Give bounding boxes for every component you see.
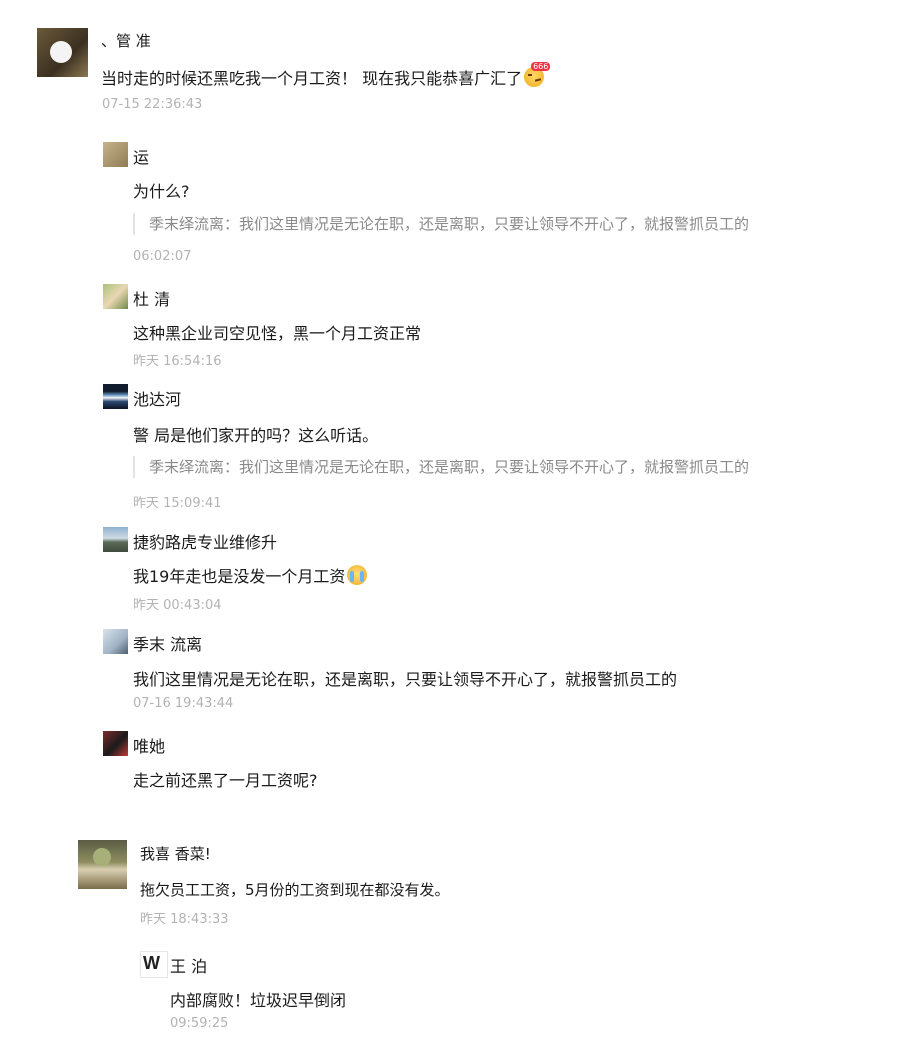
- reply-name[interactable]: 捷豹路虎专业维修升: [133, 529, 277, 553]
- reply-name[interactable]: 杜 清: [133, 286, 170, 310]
- avatar[interactable]: [103, 284, 128, 309]
- reply-name[interactable]: 池达河: [133, 386, 181, 410]
- avatar[interactable]: [78, 840, 127, 889]
- quoted-text[interactable]: 季末绎流离：我们这里情况是无论在职，还是离职，只要让领导不开心了，就报警抓员工的: [133, 456, 749, 478]
- crying-emoji: [347, 565, 368, 585]
- smirk-666-emoji: 666: [524, 62, 551, 87]
- avatar[interactable]: [103, 142, 128, 167]
- reply-text: 这种黑企业司空见怪，黑一个月工资正常: [133, 324, 422, 343]
- reply-text-content: 我19年走也是没发一个月工资: [133, 567, 346, 586]
- avatar-letter: W: [143, 953, 160, 973]
- comment-text: 拖欠员工工资，5月份的工资到现在都没有发。: [140, 881, 450, 899]
- reply-time: 昨天 00:43:04: [133, 598, 222, 613]
- reply-time: 09:59:25: [170, 1016, 229, 1031]
- avatar[interactable]: [37, 28, 88, 77]
- reply-time: 06:02:07: [133, 249, 192, 264]
- reply-text: 我19年走也是没发一个月工资: [133, 563, 368, 587]
- reply-time: 昨天 15:09:41: [133, 496, 222, 511]
- reply-time: 07-16 19:43:44: [133, 696, 234, 711]
- avatar[interactable]: [103, 731, 128, 756]
- commenter-name[interactable]: 我喜 香菜!: [140, 843, 211, 864]
- commenter-name[interactable]: 、管 准: [101, 30, 151, 51]
- avatar[interactable]: [103, 629, 128, 654]
- reply-text: 我们这里情况是无论在职，还是离职，只要让领导不开心了，就报警抓员工的: [133, 670, 678, 689]
- reply-name[interactable]: 季末 流离: [133, 631, 202, 655]
- avatar[interactable]: W: [140, 951, 168, 978]
- comment-time: 07-15 22:36:43: [102, 97, 203, 112]
- comment-text-content: 当时走的时候还黑吃我一个月工资！ 现在我只能恭喜广汇了: [101, 69, 523, 88]
- reply-text: 走之前还黑了一月工资呢?: [133, 771, 318, 790]
- comment-time: 昨天 18:43:33: [140, 912, 229, 927]
- avatar[interactable]: [103, 527, 128, 552]
- quoted-text[interactable]: 季末绎流离：我们这里情况是无论在职，还是离职，只要让领导不开心了，就报警抓员工的: [133, 213, 749, 235]
- reply-name[interactable]: 运: [133, 144, 149, 168]
- reply-time: 昨天 16:54:16: [133, 354, 222, 369]
- avatar[interactable]: [103, 384, 128, 409]
- reply-text: 为什么?: [133, 182, 190, 201]
- comment-text: 当时走的时候还黑吃我一个月工资！ 现在我只能恭喜广汇了 666: [101, 62, 551, 89]
- reply-text: 内部腐败！垃圾迟早倒闭: [170, 991, 347, 1010]
- reply-name[interactable]: 王 泊: [170, 953, 207, 977]
- reply-name[interactable]: 唯她: [133, 733, 165, 757]
- reply-text: 警 局是他们家开的吗？这么听话。: [133, 426, 379, 445]
